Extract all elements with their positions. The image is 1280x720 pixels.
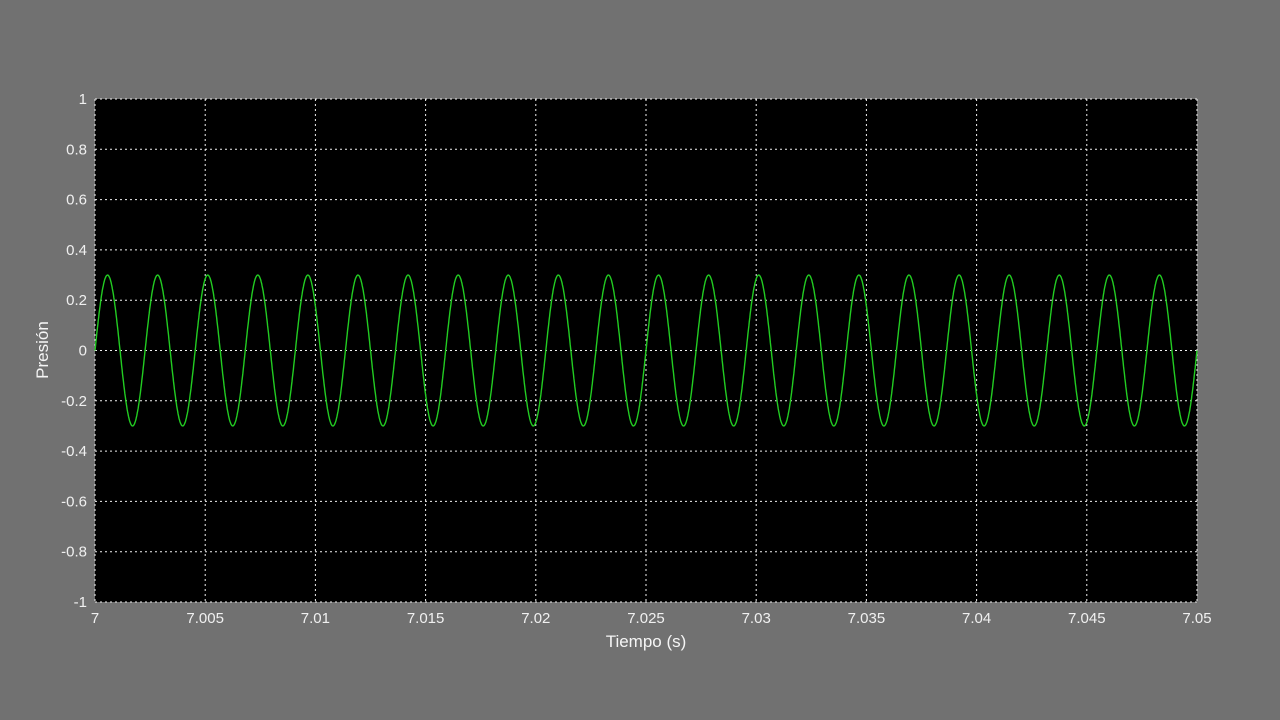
scope-figure-window: 7 7.005 7.01 7.015 7.02 7.025 7.03 7.035 7.04 7.0…	[0, 0, 1280, 720]
x-tick-label: 7	[91, 610, 99, 627]
y-tick-label: 0.2	[66, 292, 87, 309]
x-tick-label: 7.02	[521, 610, 550, 627]
x-tick-label: 7.03	[742, 610, 771, 627]
y-tick-label: -0.4	[61, 443, 87, 460]
x-tick-label: 7.01	[301, 610, 330, 627]
x-tick-label: 7.035	[848, 610, 886, 627]
y-tick-label: -0.2	[61, 393, 87, 410]
y-tick-label: 0.8	[66, 141, 87, 158]
x-tick-label: 7.025	[627, 610, 665, 627]
y-tick-label: 0	[79, 343, 87, 360]
x-tick-label: 7.045	[1068, 610, 1106, 627]
x-tick-label: 7.005	[186, 610, 224, 627]
y-tick-label: 0.6	[66, 192, 87, 209]
x-tick-label: 7.015	[407, 610, 445, 627]
pressure-waveform-chart: 7 7.005 7.01 7.015 7.02 7.025 7.03 7.035 7.04 7.0…	[61, 91, 1211, 627]
y-tick-label: -0.8	[61, 544, 87, 561]
x-tick-label: 7.04	[962, 610, 991, 627]
y-tick-label: 1	[79, 91, 87, 108]
x-tick-label: 7.05	[1182, 610, 1211, 627]
y-tick-label: -1	[74, 594, 87, 611]
y-tick-label: 0.4	[66, 242, 87, 259]
y-tick-label: -0.6	[61, 493, 87, 510]
